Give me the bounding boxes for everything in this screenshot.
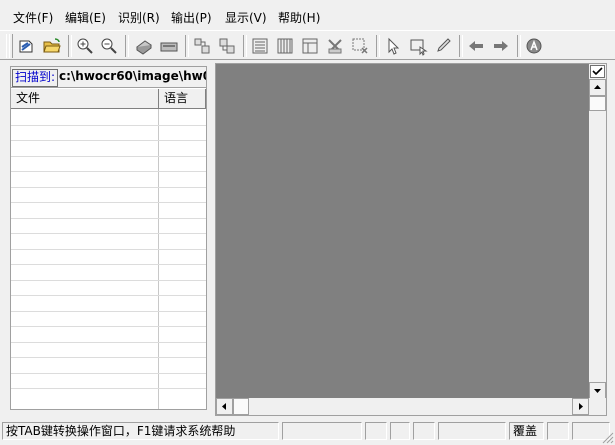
list-row-line (11, 310, 206, 312)
status-pane (365, 422, 387, 440)
list-row-line (11, 279, 206, 281)
scroll-corner (589, 398, 606, 415)
status-bar: 按TAB键转换操作窗口，F1键请求系统帮助 覆盖 (0, 420, 615, 445)
folder-open-icon[interactable] (41, 35, 63, 57)
zoom-in-icon[interactable] (74, 35, 96, 57)
toolbar-grip[interactable] (9, 34, 13, 58)
layout-split-icon[interactable] (216, 35, 238, 57)
list-row-line (11, 341, 206, 343)
view-checkbox[interactable] (590, 65, 605, 78)
menu-output[interactable]: 输出(P) (171, 9, 212, 26)
scanner-icon[interactable] (158, 35, 180, 57)
scroll-right-button[interactable] (572, 398, 589, 415)
pen-icon[interactable] (432, 35, 454, 57)
toolbar-separator (68, 35, 72, 57)
toolbar-separator (185, 35, 189, 57)
open-icon[interactable] (16, 35, 38, 57)
menu-help[interactable]: 帮助(H) (278, 9, 320, 26)
list-row-line (11, 140, 206, 141)
table-block-icon[interactable] (274, 35, 296, 57)
scan-to-label[interactable]: 扫描到: (12, 69, 59, 87)
layout-icon[interactable] (191, 35, 213, 57)
image-view[interactable] (215, 63, 607, 416)
menu-bar: 文件(F) 编辑(E) 识别(R) 输出(P) 显示(V) 帮助(H) (0, 6, 615, 28)
text-block-icon[interactable] (249, 35, 271, 57)
menu-recognize[interactable]: 识别(R) (118, 9, 160, 26)
toolbar-separator (376, 35, 380, 57)
file-list-panel: 扫描到: c:\hwocr60\image\hw0 文件 语言 (10, 66, 207, 410)
list-row-line (11, 217, 206, 219)
list-row-line (11, 248, 206, 250)
status-pane (282, 422, 362, 440)
status-pane (413, 422, 435, 440)
status-mode: 覆盖 (509, 422, 544, 440)
menu-view[interactable]: 显示(V) (225, 9, 267, 26)
column-header-language[interactable]: 语言 (159, 89, 206, 108)
toolbar-separator (125, 35, 129, 57)
scroll-left-button[interactable] (216, 398, 233, 415)
vertical-scrollbar[interactable] (589, 64, 606, 399)
horizontal-scrollbar[interactable] (216, 398, 589, 415)
column-header-file[interactable]: 文件 (11, 89, 159, 108)
scan-path-field[interactable]: c:\hwocr60\image\hw0 (59, 69, 206, 85)
list-row-line (11, 326, 206, 327)
status-pane (547, 422, 569, 440)
scroll-down-button[interactable] (589, 382, 606, 399)
scan-icon[interactable] (133, 35, 155, 57)
menu-edit[interactable]: 编辑(E) (65, 9, 106, 26)
list-row-line (11, 186, 206, 188)
scroll-up-button[interactable] (589, 79, 606, 96)
pointer-icon[interactable] (382, 35, 404, 57)
toolbar-separator (459, 35, 463, 57)
vertical-scroll-thumb[interactable] (589, 96, 606, 111)
arrow-right-icon[interactable] (490, 35, 512, 57)
image-block-icon[interactable] (299, 35, 321, 57)
list-row-line (11, 124, 206, 126)
column-divider (158, 109, 159, 409)
list-row-line (11, 155, 206, 157)
clear-block-icon[interactable] (349, 35, 371, 57)
status-message: 按TAB键转换操作窗口，F1键请求系统帮助 (2, 422, 279, 440)
toolbar (0, 30, 615, 60)
list-row-line (11, 357, 206, 358)
arrow-left-icon[interactable] (465, 35, 487, 57)
toolbar-separator (243, 35, 247, 57)
status-pane (438, 422, 506, 440)
horizontal-scroll-thumb[interactable] (233, 398, 249, 415)
file-list[interactable] (11, 109, 206, 409)
list-row-line (11, 233, 206, 234)
list-row-line (11, 372, 206, 374)
list-row-line (11, 171, 206, 172)
list-row-line (11, 202, 206, 203)
select-rect-icon[interactable] (407, 35, 429, 57)
delete-block-icon[interactable] (324, 35, 346, 57)
list-row-line (11, 388, 206, 389)
resize-grip-icon[interactable] (600, 430, 614, 444)
scan-target-row: 扫描到: c:\hwocr60\image\hw0 (11, 67, 206, 88)
list-row-line (11, 295, 206, 296)
recognize-icon[interactable] (523, 35, 545, 57)
zoom-out-icon[interactable] (98, 35, 120, 57)
file-list-header: 文件 语言 (11, 89, 206, 109)
toolbar-separator (517, 35, 521, 57)
status-pane (390, 422, 410, 440)
menu-file[interactable]: 文件(F) (13, 9, 53, 26)
list-row-line (11, 264, 206, 265)
